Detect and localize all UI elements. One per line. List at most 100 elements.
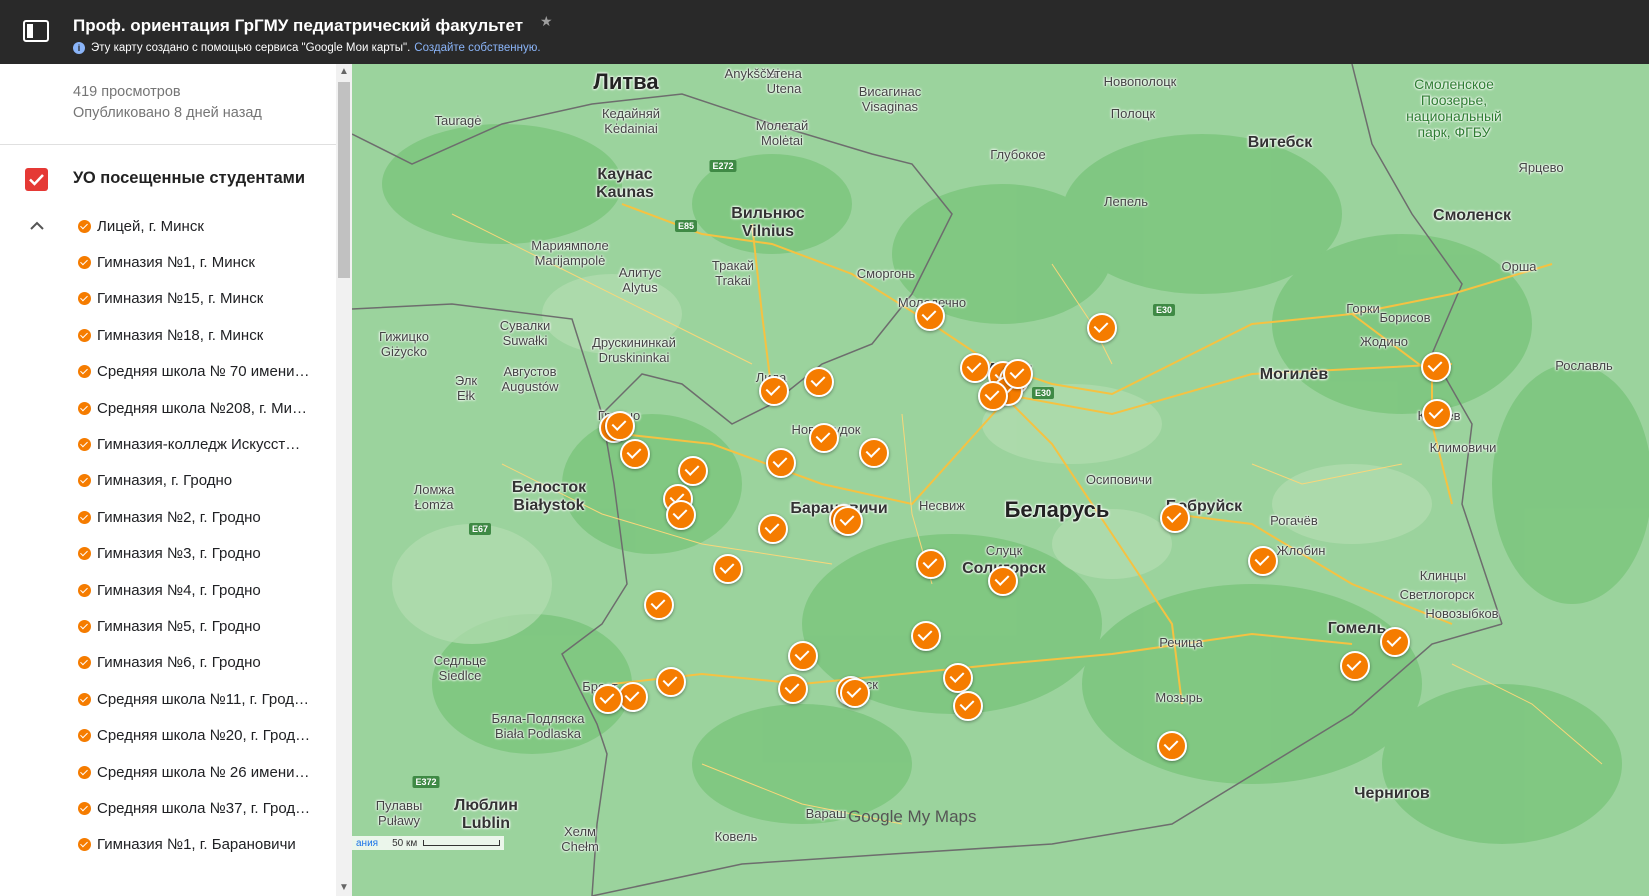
create-map-link[interactable]: Создайте собственную. — [414, 42, 540, 54]
check-circle-icon — [78, 474, 91, 488]
place-marker[interactable] — [666, 500, 696, 530]
layer-title[interactable]: УО посещенные студентами — [73, 169, 318, 188]
top-bar: Проф. ориентация ГрГМУ педиатрический фа… — [0, 0, 1649, 64]
place-marker[interactable] — [1340, 651, 1370, 681]
road-badge: E85 — [674, 220, 698, 232]
place-marker[interactable] — [804, 367, 834, 397]
check-circle-icon — [78, 547, 91, 561]
place-marker[interactable] — [915, 301, 945, 331]
town-label: Жодино — [1359, 334, 1409, 349]
list-item[interactable]: Гимназия №3, г. Гродно — [78, 542, 261, 566]
town-label: Глубокое — [990, 147, 1046, 162]
place-marker[interactable] — [656, 667, 686, 697]
place-marker[interactable] — [1248, 546, 1278, 576]
scale-prefix: ания — [356, 837, 379, 849]
list-item[interactable]: Средняя школа №37, г. Грод… — [78, 796, 310, 820]
place-marker[interactable] — [916, 549, 946, 579]
place-marker[interactable] — [840, 678, 870, 708]
list-item-label: Гимназия №5, г. Гродно — [97, 617, 261, 635]
place-marker[interactable] — [960, 353, 990, 383]
place-marker[interactable] — [859, 438, 889, 468]
city-label: Гомель — [1327, 620, 1387, 637]
town-label: Ковель — [714, 829, 758, 844]
list-item-label: Лицей, г. Минск — [97, 217, 204, 235]
place-marker[interactable] — [943, 663, 973, 693]
list-item[interactable]: Гимназия, г. Гродно — [78, 469, 232, 493]
list-item[interactable]: Лицей, г. Минск — [78, 214, 204, 238]
place-marker[interactable] — [778, 674, 808, 704]
place-marker[interactable] — [1003, 359, 1033, 389]
list-item[interactable]: Средняя школа № 70 имени… — [78, 360, 309, 384]
place-marker[interactable] — [766, 448, 796, 478]
park-label: Смоленское Поозерье, национальный парк, ФГБ… — [1406, 76, 1502, 140]
list-item[interactable]: Средняя школа № 26 имени… — [78, 760, 309, 784]
place-marker[interactable] — [1380, 627, 1410, 657]
place-marker[interactable] — [953, 691, 983, 721]
town-label: Друскининкай Druskininkai — [592, 335, 676, 365]
place-marker[interactable] — [809, 423, 839, 453]
list-item[interactable]: Средняя школа №208, г. Ми… — [78, 396, 307, 420]
town-label: Сувалки Suwałki — [499, 318, 551, 348]
city-label: Люблин Lublin — [454, 797, 518, 832]
place-marker[interactable] — [678, 456, 708, 486]
star-icon[interactable]: ★ — [540, 13, 553, 30]
scroll-down-icon[interactable]: ▼ — [336, 880, 352, 896]
place-marker[interactable] — [978, 381, 1008, 411]
place-marker[interactable] — [759, 376, 789, 406]
check-circle-icon — [78, 365, 91, 379]
town-label: Осиповичи — [1085, 472, 1153, 487]
town-label: Тракай Trakai — [711, 258, 755, 288]
list-item[interactable]: Средняя школа №11, г. Грод… — [78, 687, 309, 711]
place-marker[interactable] — [713, 554, 743, 584]
city-label: Могилёв — [1259, 366, 1329, 383]
place-marker[interactable] — [911, 621, 941, 651]
scroll-up-icon[interactable]: ▲ — [336, 64, 352, 80]
list-item[interactable]: Гимназия №18, г. Минск — [78, 323, 263, 347]
town-label: Светлогорск — [1399, 587, 1475, 602]
list-item[interactable]: Гимназия №1, г. Минск — [78, 250, 255, 274]
road-badge: E30 — [1031, 387, 1055, 399]
map-canvas[interactable]: Литва Беларусь Каунас Kaunas Вильнюс Vilnius Б… — [352, 64, 1649, 896]
place-marker[interactable] — [833, 506, 863, 536]
check-circle-icon — [78, 292, 91, 306]
sidebar: 419 просмотров Опубликовано 8 дней назад… — [0, 64, 352, 896]
country-label: Беларусь — [1004, 497, 1110, 522]
town-label: Элк Ełk — [454, 373, 478, 403]
place-marker[interactable] — [644, 590, 674, 620]
place-marker[interactable] — [758, 514, 788, 544]
check-circle-icon — [78, 255, 91, 269]
list-item[interactable]: Гимназия №5, г. Гродно — [78, 614, 261, 638]
place-marker[interactable] — [788, 641, 818, 671]
check-circle-icon — [78, 838, 91, 852]
place-marker[interactable] — [1160, 503, 1190, 533]
town-label: Хелм Chełm — [561, 824, 599, 854]
list-item[interactable]: Гимназия №1, г. Барановичи — [78, 833, 296, 857]
list-item[interactable]: Гимназия-колледж Искусст… — [78, 432, 300, 456]
place-marker[interactable] — [1422, 399, 1452, 429]
town-label: Гижицко Giżycko — [378, 329, 430, 359]
list-item[interactable]: Гимназия №4, г. Гродно — [78, 578, 261, 602]
sidebar-toggle-icon[interactable] — [22, 19, 50, 43]
town-label: Орша — [1501, 259, 1537, 274]
scrollbar-thumb[interactable] — [338, 82, 350, 278]
town-label: Ломжа Łomża — [413, 482, 455, 512]
place-marker[interactable] — [1157, 731, 1187, 761]
place-marker[interactable] — [620, 439, 650, 469]
place-marker[interactable] — [988, 566, 1018, 596]
town-label: Мозырь — [1155, 690, 1203, 705]
place-marker[interactable] — [605, 411, 635, 441]
place-marker[interactable] — [1087, 313, 1117, 343]
check-circle-icon — [78, 692, 91, 706]
town-label: Жлобин — [1276, 543, 1326, 558]
list-item[interactable]: Средняя школа №20, г. Грод… — [78, 724, 310, 748]
views-count: 419 просмотров — [73, 84, 181, 100]
chevron-up-icon[interactable] — [27, 216, 47, 236]
list-item[interactable]: Гимназия №2, г. Гродно — [78, 505, 261, 529]
list-item[interactable]: Гимназия №15, г. Минск — [78, 287, 263, 311]
place-marker[interactable] — [593, 684, 623, 714]
place-marker[interactable] — [1421, 352, 1451, 382]
layer-checkbox[interactable] — [25, 168, 48, 191]
town-label: Климовичи — [1429, 440, 1497, 455]
town-label: Седльце Siedlce — [433, 653, 487, 683]
list-item[interactable]: Гимназия №6, г. Гродно — [78, 651, 261, 675]
